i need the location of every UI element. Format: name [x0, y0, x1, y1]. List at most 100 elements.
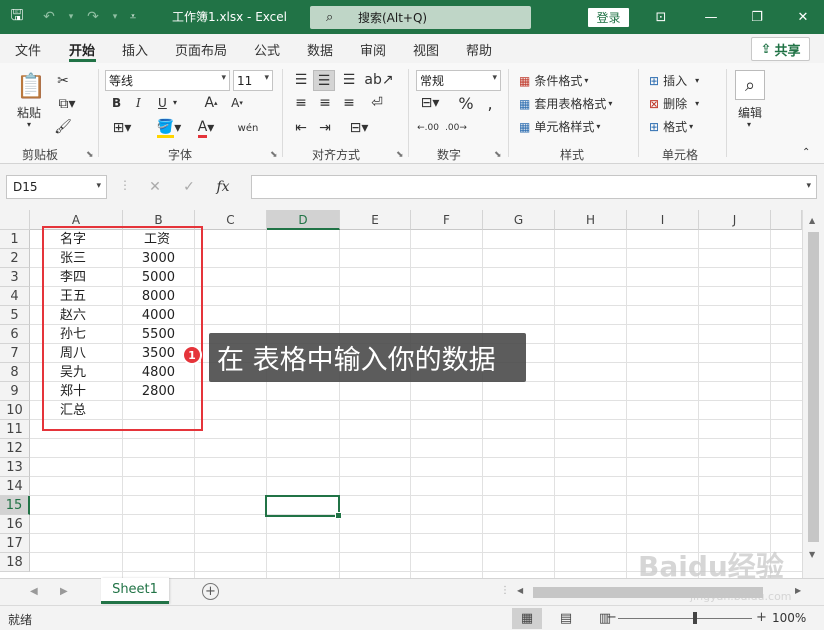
zoom-level[interactable]: 100%: [772, 611, 806, 625]
bold-button[interactable]: B: [112, 96, 121, 110]
tab-insert[interactable]: 插入: [122, 40, 148, 59]
next-sheet-icon[interactable]: ▶: [60, 586, 68, 597]
column-header-g[interactable]: G: [483, 210, 555, 230]
row-header-2[interactable]: 2: [0, 249, 30, 268]
cell-styles-button[interactable]: ▦ 单元格样式 ▾: [519, 118, 600, 135]
ribbon-display-icon[interactable]: ⊡: [640, 0, 682, 34]
accounting-format-icon[interactable]: ⊟▾: [416, 94, 444, 112]
maximize-icon[interactable]: ❐: [736, 0, 778, 34]
merge-center-icon[interactable]: ⊟▾: [345, 119, 373, 137]
font-size-select[interactable]: 11 ▾: [233, 70, 273, 91]
borders-icon[interactable]: ⊞▾: [108, 119, 136, 137]
formula-input[interactable]: ▾: [251, 175, 817, 199]
tab-review[interactable]: 审阅: [360, 40, 386, 59]
align-middle-icon[interactable]: ☰: [313, 70, 335, 91]
scroll-right-icon[interactable]: ▶: [795, 586, 801, 595]
paste-label[interactable]: 粘贴: [17, 104, 41, 121]
split-grip[interactable]: ⋮: [500, 585, 510, 596]
increase-indent-icon[interactable]: ⇥: [315, 119, 335, 137]
column-header-h[interactable]: H: [555, 210, 627, 230]
scroll-left-icon[interactable]: ◀: [517, 586, 523, 595]
row-header-16[interactable]: 16: [0, 515, 30, 534]
tab-home[interactable]: 开始: [69, 40, 95, 59]
decrease-font-icon[interactable]: A ▾: [226, 94, 248, 112]
row-header-6[interactable]: 6: [0, 325, 30, 344]
zoom-slider[interactable]: [618, 618, 752, 619]
underline-button[interactable]: U: [158, 96, 167, 110]
customize-toolbar-icon[interactable]: ⩡: [122, 0, 144, 34]
alignment-launcher-icon[interactable]: ⬊: [396, 150, 404, 160]
undo-dropdown-icon[interactable]: ▾: [64, 0, 78, 34]
row-header-18[interactable]: 18: [0, 553, 30, 572]
row-header-3[interactable]: 3: [0, 268, 30, 287]
zoom-in-icon[interactable]: +: [756, 610, 767, 625]
column-header-i[interactable]: I: [627, 210, 699, 230]
select-all-corner[interactable]: [0, 210, 30, 230]
tab-page-layout[interactable]: 页面布局: [175, 40, 227, 59]
sheet-tab-sheet1[interactable]: Sheet1: [101, 578, 169, 604]
find-search-icon[interactable]: ⌕: [735, 70, 765, 100]
paste-dropdown-icon[interactable]: ▾: [27, 120, 31, 129]
vertical-scrollbar[interactable]: ▲ ▼: [802, 210, 824, 578]
tab-formulas[interactable]: 公式: [254, 40, 280, 59]
increase-decimal-icon[interactable]: ←.00: [416, 119, 440, 137]
delete-cells-button[interactable]: ⊠ 删除 ▾: [649, 95, 699, 112]
column-header-j[interactable]: J: [699, 210, 771, 230]
search-box[interactable]: ⌕ 搜索(Alt+Q): [310, 6, 531, 29]
column-header-f[interactable]: F: [411, 210, 483, 230]
row-header-14[interactable]: 14: [0, 477, 30, 496]
tab-file[interactable]: 文件: [15, 40, 41, 59]
column-header-c[interactable]: C: [195, 210, 267, 230]
column-header-d[interactable]: D: [267, 210, 340, 230]
zoom-out-icon[interactable]: −: [606, 610, 617, 625]
normal-view-icon[interactable]: ▦: [512, 608, 542, 629]
save-icon[interactable]: 🖫: [0, 0, 34, 34]
decrease-indent-icon[interactable]: ⇤: [291, 119, 311, 137]
column-header-e[interactable]: E: [340, 210, 411, 230]
number-format-select[interactable]: 常规 ▾: [416, 70, 501, 91]
tab-data[interactable]: 数据: [307, 40, 333, 59]
align-left-icon[interactable]: ≡: [291, 94, 311, 112]
collapse-ribbon-icon[interactable]: ⌃: [802, 147, 810, 158]
align-bottom-icon[interactable]: ☰: [339, 71, 359, 89]
format-cells-button[interactable]: ⊞ 格式 ▾: [649, 118, 693, 135]
decrease-decimal-icon[interactable]: .00→: [444, 119, 468, 137]
clipboard-launcher-icon[interactable]: ⬊: [86, 150, 94, 160]
close-icon[interactable]: ✕: [782, 0, 824, 34]
editing-label[interactable]: 编辑: [738, 104, 762, 121]
align-top-icon[interactable]: ☰: [291, 71, 311, 89]
active-cell-selection[interactable]: [265, 495, 342, 519]
prev-sheet-icon[interactable]: ◀: [30, 586, 38, 597]
redo-icon[interactable]: ↷: [78, 0, 108, 34]
enter-icon[interactable]: ✓: [172, 179, 206, 195]
align-center-icon[interactable]: ≡: [315, 94, 335, 112]
page-layout-view-icon[interactable]: ▤: [551, 608, 581, 629]
increase-font-icon[interactable]: A ▴: [200, 94, 222, 112]
conditional-format-button[interactable]: ▦ 条件格式 ▾: [519, 72, 588, 89]
redo-dropdown-icon[interactable]: ▾: [108, 0, 122, 34]
number-launcher-icon[interactable]: ⬊: [494, 150, 502, 160]
font-name-select[interactable]: 等线 ▾: [105, 70, 230, 91]
wrap-text-icon[interactable]: ⏎: [363, 94, 391, 112]
tab-view[interactable]: 视图: [413, 40, 439, 59]
font-launcher-icon[interactable]: ⬊: [270, 150, 278, 160]
italic-button[interactable]: I: [136, 96, 141, 110]
percent-icon[interactable]: %: [456, 94, 476, 113]
phonetic-icon[interactable]: wén: [236, 119, 260, 137]
row-header-1[interactable]: 1: [0, 230, 30, 249]
row-header-10[interactable]: 10: [0, 401, 30, 420]
scroll-down-icon[interactable]: ▼: [809, 550, 815, 559]
cut-icon[interactable]: ✂: [54, 72, 72, 90]
underline-dropdown-icon[interactable]: ▾: [173, 98, 177, 107]
insert-function-button[interactable]: fx: [206, 179, 240, 195]
align-right-icon[interactable]: ≡: [339, 94, 359, 112]
zoom-slider-knob[interactable]: [693, 612, 697, 624]
row-header-12[interactable]: 12: [0, 439, 30, 458]
format-painter-icon[interactable]: 🖌: [54, 118, 72, 136]
font-color-icon[interactable]: A ▾: [192, 119, 220, 138]
name-box[interactable]: D15 ▾: [6, 175, 107, 199]
insert-cells-button[interactable]: ⊞ 插入 ▾: [649, 72, 699, 89]
paste-icon[interactable]: 📋: [16, 71, 46, 101]
column-header-partial[interactable]: [771, 210, 802, 230]
orientation-icon[interactable]: ab↗: [364, 71, 393, 89]
